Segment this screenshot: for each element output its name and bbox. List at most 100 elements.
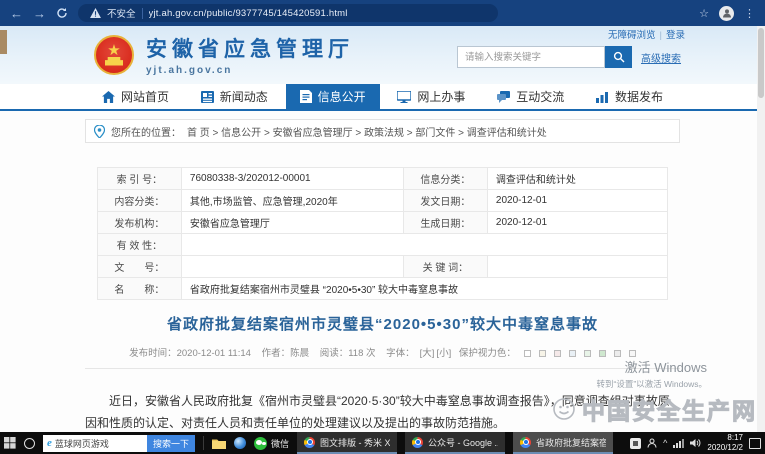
nav-item-online-service[interactable]: 网上办事 (383, 84, 479, 109)
browser-menu-icon[interactable]: ⋮ (744, 7, 755, 20)
eye-color-swatch[interactable] (539, 350, 546, 357)
page-scrollbar[interactable] (757, 26, 765, 432)
taskbar-search-box[interactable]: e蓝球网页游戏 搜索一下 (43, 435, 195, 452)
info-class-value: 调查评估和统计处 (487, 168, 667, 190)
accessibility-link[interactable]: 无障碍浏览 (608, 30, 656, 41)
table-row: 有 效 性： (97, 234, 667, 256)
tray-date: 2020/12/2 (707, 443, 743, 453)
taskbar-window-google[interactable]: 公众号 - Google ... (405, 432, 505, 454)
cortana-icon (24, 438, 35, 449)
info-class-label: 信息分类： (403, 168, 487, 190)
search-input[interactable] (457, 46, 605, 68)
nav-item-info-disclosure[interactable]: 信息公开 (286, 84, 380, 109)
taskbar-window-xiumi[interactable]: 图文排版 - 秀米 XI... (297, 432, 397, 454)
table-row: 发布机构： 安徽省应急管理厅 生成日期： 2020-12-01 (97, 212, 667, 234)
doc-no-value (181, 256, 403, 278)
nav-item-interaction[interactable]: 互动交流 (483, 84, 578, 109)
nav-item-home[interactable]: 网站首页 (88, 84, 183, 109)
earth-icon (234, 437, 246, 449)
back-icon[interactable]: ← (10, 7, 23, 20)
index-value: 76080338-3/202012-00001 (181, 168, 403, 190)
tray-app-icon[interactable] (630, 438, 641, 449)
chrome-icon (520, 437, 531, 448)
brand-watermark-text: 中国安全生产网 (582, 392, 757, 426)
tray-time: 8:17 (707, 433, 743, 443)
forward-icon[interactable]: → (33, 7, 46, 20)
profile-avatar[interactable] (719, 6, 734, 21)
search-button[interactable] (605, 46, 632, 68)
validity-label: 有 效 性： (97, 234, 181, 256)
gen-date-label: 生成日期： (403, 212, 487, 234)
file-explorer-button[interactable] (212, 432, 226, 454)
taskbar-search-button[interactable]: 搜索一下 (147, 435, 195, 452)
refresh-icon[interactable] (56, 2, 68, 24)
site-domain: yjt.ah.gov.cn (146, 65, 354, 76)
doc-no-label: 文 号： (97, 256, 181, 278)
address-divider (142, 8, 143, 19)
eye-protect-label: 保护视力色： (459, 348, 516, 359)
breadcrumb-path[interactable]: 首 页 > 信息公开 > 安徽省应急管理厅 > 政策法规 > 部门文件 > 调查… (187, 124, 547, 139)
site-title: 安徽省应急管理厅 (146, 33, 354, 63)
article-meta: 发布时间：2020-12-01 11:14 作者：陈晨 阅读：118 次 字体：… (85, 345, 680, 359)
content-class-label: 内容分类： (97, 190, 181, 212)
document-icon (300, 90, 312, 103)
chrome-icon (412, 437, 423, 448)
validity-value (181, 234, 667, 256)
table-row: 内容分类： 其他,市场监管、应急管理,2020年 发文日期： 2020-12-0… (97, 190, 667, 212)
publish-time: 发布时间：2020-12-01 11:14 (129, 348, 251, 359)
home-icon (102, 91, 115, 103)
chevron-up-icon[interactable]: ^ (663, 438, 667, 448)
volume-icon[interactable] (690, 432, 701, 454)
eye-color-swatch[interactable] (599, 350, 606, 357)
system-tray: ^ 8:17 2020/12/2 (630, 432, 761, 454)
people-icon[interactable] (647, 432, 657, 454)
warning-icon (90, 8, 101, 18)
font-large-button[interactable]: [大] (420, 348, 435, 359)
wechat-button[interactable]: 微信 (254, 437, 289, 450)
notification-center-icon[interactable] (749, 438, 761, 449)
gen-date-value: 2020-12-01 (487, 212, 667, 234)
browser-toolbar: ← → 不安全 yjt.ah.gov.cn/public/9377745/145… (0, 0, 765, 26)
screen: ← → 不安全 yjt.ah.gov.cn/public/9377745/145… (0, 0, 765, 454)
cortana-button[interactable] (24, 432, 35, 454)
eye-color-swatch[interactable] (524, 350, 531, 357)
bookmark-star-icon[interactable]: ☆ (699, 7, 709, 20)
breadcrumb-prefix: 您所在的位置： (111, 124, 181, 139)
search-icon (613, 51, 625, 63)
web-page: 无障碍浏览|登录 ★ 安徽省应急管理厅 yjt.ah.gov.cn 高级搜索 (0, 26, 765, 432)
page-url[interactable]: yjt.ah.gov.cn/public/9377745/145420591.h… (149, 8, 348, 19)
link-separator: | (660, 30, 662, 41)
google-earth-button[interactable] (234, 432, 246, 454)
address-bar[interactable]: 不安全 yjt.ah.gov.cn/public/9377745/1454205… (78, 4, 498, 22)
main-navigation: 网站首页 新闻动态 信息公开 网上办事 互动交流 数据发布 (0, 84, 765, 111)
taskbar-clock[interactable]: 8:17 2020/12/2 (707, 433, 743, 453)
eye-color-swatch[interactable] (554, 350, 561, 357)
brand-watermark: 中国安全生产网 (552, 392, 757, 426)
location-icon (94, 125, 105, 138)
scrollbar-thumb[interactable] (758, 28, 764, 98)
nav-item-data-release[interactable]: 数据发布 (582, 84, 677, 109)
table-row: 文 号： 关 键 词： (97, 256, 667, 278)
keyword-label: 关 键 词： (403, 256, 487, 278)
taskbar-divider (203, 436, 204, 450)
start-button[interactable] (4, 432, 16, 454)
chat-icon (497, 91, 510, 103)
login-link[interactable]: 登录 (666, 30, 685, 41)
nav-item-news[interactable]: 新闻动态 (187, 84, 282, 109)
eye-color-swatch[interactable] (569, 350, 576, 357)
wechat-icon (254, 437, 267, 450)
name-label: 名 称： (97, 278, 181, 300)
news-icon (201, 91, 214, 103)
issuer-label: 发布机构： (97, 212, 181, 234)
eye-color-swatch[interactable] (584, 350, 591, 357)
document-info-table: 索 引 号： 76080338-3/202012-00001 信息分类： 调查评… (97, 167, 668, 300)
chrome-icon (304, 437, 315, 448)
meta-divider (85, 368, 680, 369)
taskbar-window-active[interactable]: 省政府批复结案宿... (513, 432, 613, 454)
network-icon[interactable] (673, 432, 684, 454)
eye-color-swatch[interactable] (629, 350, 636, 357)
font-label: 字体： (386, 348, 415, 359)
eye-color-swatch[interactable] (614, 350, 621, 357)
font-small-button[interactable]: [小] (436, 348, 451, 359)
advanced-search-link[interactable]: 高级搜索 (641, 50, 681, 65)
